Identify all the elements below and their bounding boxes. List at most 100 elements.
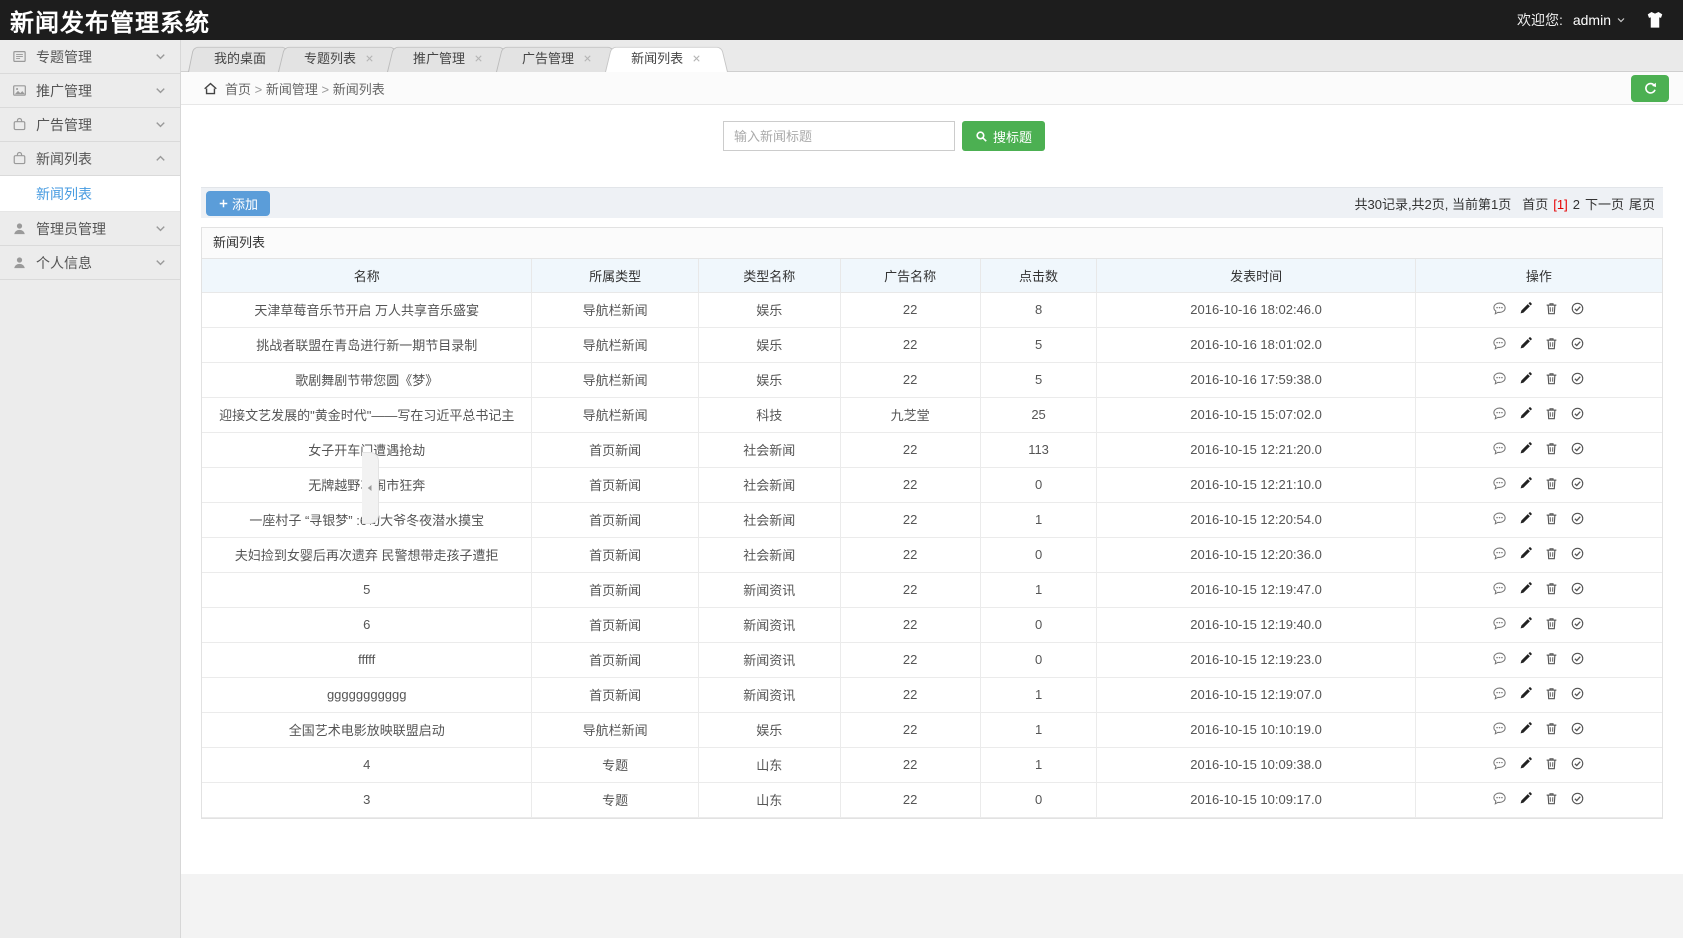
comment-icon[interactable] [1492, 441, 1507, 456]
cell-ad_name: 22 [839, 291, 981, 328]
refresh-button[interactable] [1631, 75, 1669, 102]
comment-icon[interactable] [1492, 616, 1507, 631]
approve-icon[interactable] [1570, 581, 1585, 596]
delete-icon[interactable] [1544, 756, 1559, 771]
cell-category: 导航栏新闻 [531, 361, 699, 398]
approve-icon[interactable] [1570, 651, 1585, 666]
sidebar-item[interactable]: 管理员管理 [0, 212, 180, 246]
search-input[interactable] [723, 121, 955, 151]
delete-icon[interactable] [1544, 336, 1559, 351]
edit-icon[interactable] [1518, 581, 1533, 596]
edit-icon[interactable] [1518, 371, 1533, 386]
delete-icon[interactable] [1544, 616, 1559, 631]
comment-icon[interactable] [1492, 546, 1507, 561]
edit-icon[interactable] [1518, 406, 1533, 421]
edit-icon[interactable] [1518, 651, 1533, 666]
cell-category: 导航栏新闻 [531, 711, 699, 748]
delete-icon[interactable] [1544, 791, 1559, 806]
delete-icon[interactable] [1544, 721, 1559, 736]
comment-icon[interactable] [1492, 791, 1507, 806]
approve-icon[interactable] [1570, 721, 1585, 736]
edit-icon[interactable] [1518, 616, 1533, 631]
sidebar-collapse-handle[interactable] [362, 452, 379, 524]
comment-icon[interactable] [1492, 756, 1507, 771]
edit-icon[interactable] [1518, 791, 1533, 806]
edit-icon[interactable] [1518, 336, 1533, 351]
delete-icon[interactable] [1544, 686, 1559, 701]
approve-icon[interactable] [1570, 616, 1585, 631]
approve-icon[interactable] [1570, 546, 1585, 561]
search-button[interactable]: 搜标题 [962, 121, 1046, 151]
sidebar-item[interactable]: 新闻列表 [0, 142, 180, 176]
approve-icon[interactable] [1570, 791, 1585, 806]
tshirt-icon[interactable] [1645, 10, 1665, 30]
pagination-link[interactable]: 2 [1573, 197, 1580, 212]
tab-专题列表[interactable]: 专题列表 [278, 44, 401, 72]
tab-广告管理[interactable]: 广告管理 [496, 44, 619, 72]
sidebar-item[interactable]: 专题管理 [0, 40, 180, 74]
breadcrumb-item[interactable]: 首页 [225, 82, 251, 97]
close-icon[interactable] [582, 53, 593, 64]
cell-type_name: 娱乐 [697, 711, 841, 748]
tab-我的桌面[interactable]: 我的桌面 [188, 44, 292, 72]
delete-icon[interactable] [1544, 581, 1559, 596]
approve-icon[interactable] [1570, 441, 1585, 456]
delete-icon[interactable] [1544, 511, 1559, 526]
tab-新闻列表[interactable]: 新闻列表 [605, 44, 728, 72]
sidebar-subitem[interactable]: 新闻列表 [0, 176, 180, 212]
cell-ad_name: 22 [839, 501, 981, 538]
comment-icon[interactable] [1492, 301, 1507, 316]
chevron-down-icon [153, 83, 168, 98]
approve-icon[interactable] [1570, 336, 1585, 351]
edit-icon[interactable] [1518, 756, 1533, 771]
close-icon[interactable] [691, 53, 702, 64]
delete-icon[interactable] [1544, 476, 1559, 491]
tab-label: 广告管理 [522, 50, 575, 66]
comment-icon[interactable] [1492, 511, 1507, 526]
edit-icon[interactable] [1518, 721, 1533, 736]
comment-icon[interactable] [1492, 406, 1507, 421]
comment-icon[interactable] [1492, 651, 1507, 666]
approve-icon[interactable] [1570, 511, 1585, 526]
comment-icon[interactable] [1492, 476, 1507, 491]
edit-icon[interactable] [1518, 441, 1533, 456]
comment-icon[interactable] [1492, 581, 1507, 596]
pagination-link[interactable]: 首页 [1522, 197, 1548, 212]
edit-icon[interactable] [1518, 476, 1533, 491]
close-icon[interactable] [473, 53, 484, 64]
pagination-link[interactable]: 下一页 [1585, 197, 1624, 212]
comment-icon[interactable] [1492, 371, 1507, 386]
column-header: 点击数 [979, 259, 1098, 293]
sidebar-item[interactable]: 推广管理 [0, 74, 180, 108]
pagination-link[interactable]: 尾页 [1629, 197, 1655, 212]
delete-icon[interactable] [1544, 651, 1559, 666]
approve-icon[interactable] [1570, 686, 1585, 701]
news-table: 名称 所属类型 类型名称 广告名称 点击数 发表时间 操作 天津草莓音乐节开启 万人共享音乐… [202, 259, 1662, 818]
add-button[interactable]: 添加 [206, 190, 271, 216]
delete-icon[interactable] [1544, 406, 1559, 421]
edit-icon[interactable] [1518, 301, 1533, 316]
approve-icon[interactable] [1570, 406, 1585, 421]
user-menu[interactable]: admin [1573, 12, 1627, 28]
sidebar-item[interactable]: 个人信息 [0, 246, 180, 280]
comment-icon[interactable] [1492, 721, 1507, 736]
delete-icon[interactable] [1544, 441, 1559, 456]
approve-icon[interactable] [1570, 301, 1585, 316]
breadcrumb-item[interactable]: 新闻管理 [266, 82, 318, 97]
delete-icon[interactable] [1544, 301, 1559, 316]
cell-type_name: 社会新闻 [697, 466, 841, 503]
comment-icon[interactable] [1492, 686, 1507, 701]
delete-icon[interactable] [1544, 371, 1559, 386]
comment-icon[interactable] [1492, 336, 1507, 351]
close-icon[interactable] [364, 53, 375, 64]
approve-icon[interactable] [1570, 371, 1585, 386]
sidebar-item[interactable]: 广告管理 [0, 108, 180, 142]
delete-icon[interactable] [1544, 546, 1559, 561]
approve-icon[interactable] [1570, 756, 1585, 771]
edit-icon[interactable] [1518, 546, 1533, 561]
edit-icon[interactable] [1518, 511, 1533, 526]
edit-icon[interactable] [1518, 686, 1533, 701]
breadcrumb-item[interactable]: 新闻列表 [333, 82, 385, 97]
approve-icon[interactable] [1570, 476, 1585, 491]
tab-推广管理[interactable]: 推广管理 [387, 44, 510, 72]
